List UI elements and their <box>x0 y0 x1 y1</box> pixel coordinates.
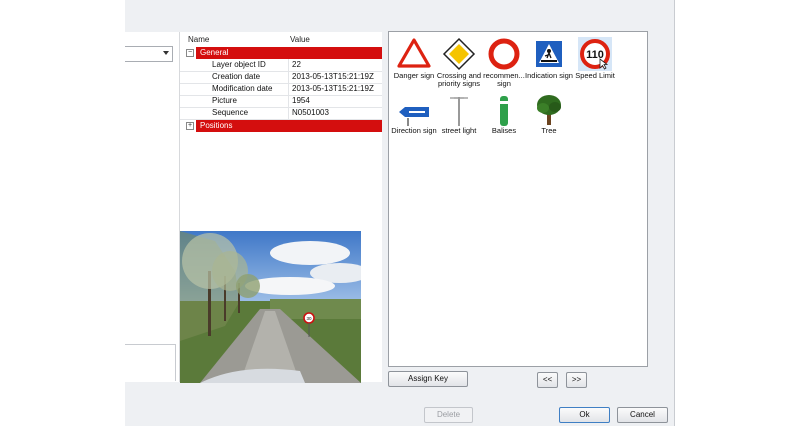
tree-icon <box>532 92 566 126</box>
chevron-down-icon[interactable] <box>163 51 169 55</box>
property-value: 2013-05-13T15:21:19Z <box>292 84 374 93</box>
symbol-caption: Speed Limit <box>575 71 615 80</box>
symbol-crossing-priority[interactable]: Crossing and priority signs <box>435 37 483 88</box>
general-group-label: General <box>200 48 229 57</box>
symbol-caption: Balises <box>491 126 517 135</box>
property-value: 1954 <box>292 96 310 105</box>
symbol-danger-sign[interactable]: Danger sign <box>390 37 438 80</box>
property-label: Sequence <box>212 108 249 117</box>
positions-group-row[interactable]: Positions <box>196 120 382 132</box>
symbol-palette: Danger sign Crossing and priority signs … <box>388 31 648 367</box>
speed-limit-number: 110 <box>586 49 604 61</box>
delete-button[interactable]: Delete <box>424 407 473 423</box>
previous-page-button[interactable]: << <box>537 372 558 388</box>
layer-dropdown[interactable] <box>125 46 173 62</box>
priority-road-icon <box>442 37 476 71</box>
cancel-button[interactable]: Cancel <box>617 407 668 423</box>
property-label: Modification date <box>212 84 273 93</box>
balise-icon <box>487 92 521 126</box>
property-label: Picture <box>212 96 237 105</box>
recommended-sign-icon <box>487 37 521 71</box>
symbol-tree[interactable]: Tree <box>525 92 573 135</box>
property-row[interactable]: Sequence N0501003 <box>180 107 382 120</box>
photo-sign-number: 30 <box>306 316 312 321</box>
symbol-caption: Tree <box>541 126 557 135</box>
general-expander[interactable]: − <box>180 47 196 59</box>
symbol-direction-sign[interactable]: Direction sign <box>390 92 438 135</box>
symbol-indication-sign[interactable]: Indication sign <box>525 37 573 80</box>
next-page-button[interactable]: >> <box>566 372 587 388</box>
symbol-recommended-sign[interactable]: recommen... sign <box>480 37 528 88</box>
left-panel <box>125 32 180 382</box>
symbol-caption: street light <box>441 126 477 135</box>
street-light-icon <box>442 92 476 126</box>
symbol-caption: Direction sign <box>391 126 437 135</box>
expand-icon[interactable]: + <box>186 122 194 130</box>
left-lower-box <box>125 344 176 381</box>
collapse-icon[interactable]: − <box>186 49 194 57</box>
direction-sign-icon <box>397 92 431 126</box>
value-column-header[interactable]: Value <box>290 35 310 44</box>
property-label: Layer object ID <box>212 60 266 69</box>
speed-limit-icon: 110 <box>578 37 612 71</box>
road-photo: 30 <box>180 231 361 383</box>
ok-button[interactable]: Ok <box>559 407 610 423</box>
name-column-header[interactable]: Name <box>188 35 209 44</box>
positions-expander[interactable]: + <box>180 120 196 132</box>
assign-key-button[interactable]: Assign Key <box>388 371 468 387</box>
danger-sign-icon <box>397 37 431 71</box>
property-value: N0501003 <box>292 108 329 117</box>
symbol-caption: Danger sign <box>393 71 435 80</box>
dialog-border <box>674 0 675 426</box>
property-value: 2013-05-13T15:21:19Z <box>292 72 374 81</box>
symbol-balises[interactable]: Balises <box>480 92 528 135</box>
pedestrian-crossing-icon <box>532 37 566 71</box>
symbol-caption: Indication sign <box>525 71 573 80</box>
symbol-street-light[interactable]: street light <box>435 92 483 135</box>
symbol-speed-limit[interactable]: 110 Speed Limit <box>571 37 619 80</box>
property-grid-header: Name Value <box>180 32 382 46</box>
symbol-caption: recommen... sign <box>483 71 525 88</box>
positions-group-label: Positions <box>200 121 233 130</box>
property-label: Creation date <box>212 72 261 81</box>
property-value: 22 <box>292 60 301 69</box>
general-group-row[interactable]: General <box>196 47 382 59</box>
symbol-caption: Crossing and priority signs <box>436 71 482 88</box>
